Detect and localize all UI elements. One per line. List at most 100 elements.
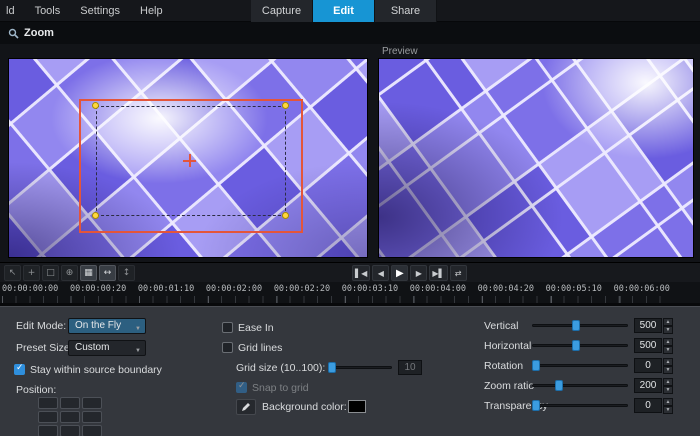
rotation-label: Rotation xyxy=(484,359,523,373)
transparency-slider[interactable] xyxy=(532,400,628,412)
position-cell[interactable] xyxy=(38,425,58,436)
tab-share[interactable]: Share xyxy=(375,0,437,22)
position-cell[interactable] xyxy=(60,425,80,436)
skip-end-icon[interactable]: ▶▌ xyxy=(429,265,447,281)
menu-item-settings[interactable]: Settings xyxy=(80,5,120,17)
timeline-ticks[interactable] xyxy=(2,296,672,303)
selection-handle-bottom-left[interactable] xyxy=(92,212,99,219)
mode-tabs: Capture Edit Share xyxy=(251,0,437,22)
rotation-spinner[interactable]: ▲▼ xyxy=(663,358,673,373)
slider-thumb[interactable] xyxy=(532,400,540,411)
edit-mode-dropdown[interactable]: On the Fly xyxy=(68,318,146,334)
zoom-ratio-value[interactable]: 200 xyxy=(634,378,662,393)
tab-edit[interactable]: Edit xyxy=(313,0,375,22)
rotation-value[interactable]: 0 xyxy=(634,358,662,373)
horizontal-slider[interactable] xyxy=(532,340,628,352)
grid-size-slider[interactable] xyxy=(330,362,392,374)
position-cell[interactable] xyxy=(38,397,58,409)
snap-to-grid-checkbox[interactable] xyxy=(236,382,247,393)
preview-light-overlay xyxy=(379,59,693,257)
ease-in-checkbox[interactable] xyxy=(222,322,233,333)
timestamp: 00:00:05:10 xyxy=(546,284,602,294)
position-cell[interactable] xyxy=(82,397,102,409)
select-tool-icon[interactable]: ↖ xyxy=(4,265,21,281)
grid-size-value[interactable]: 10 xyxy=(398,360,422,375)
pan-vertical-icon[interactable]: ↕ xyxy=(118,265,135,281)
selection-center-crosshair[interactable] xyxy=(189,154,191,167)
background-color-swatch[interactable] xyxy=(348,400,366,413)
vertical-value[interactable]: 500 xyxy=(634,318,662,333)
spin-up-icon[interactable]: ▲ xyxy=(663,358,673,366)
loop-icon[interactable]: ⇄ xyxy=(450,265,467,281)
slider-track[interactable] xyxy=(532,404,628,407)
rect-zoom-icon[interactable]: □ xyxy=(42,265,59,281)
transparency-value[interactable]: 0 xyxy=(634,398,662,413)
timestamp: 00:00:00:00 xyxy=(2,284,58,294)
spin-down-icon[interactable]: ▼ xyxy=(663,406,673,414)
tab-capture[interactable]: Capture xyxy=(251,0,313,22)
menu-item-file[interactable]: ld xyxy=(6,5,15,17)
slider-thumb[interactable] xyxy=(555,380,563,391)
play-icon[interactable]: ▶ xyxy=(391,265,408,281)
slider-thumb[interactable] xyxy=(572,340,580,351)
position-cell[interactable] xyxy=(82,425,102,436)
position-grid xyxy=(38,397,102,436)
selection-handle-bottom-right[interactable] xyxy=(282,212,289,219)
spin-down-icon[interactable]: ▼ xyxy=(663,366,673,374)
timestamp: 00:00:01:10 xyxy=(138,284,194,294)
grid-size-label: Grid size (10..100): xyxy=(236,361,325,375)
selection-handle-top-right[interactable] xyxy=(282,102,289,109)
position-cell[interactable] xyxy=(60,397,80,409)
horizontal-label: Horizontal xyxy=(484,339,531,353)
zoom-in-icon[interactable]: ⊕ xyxy=(61,265,78,281)
preset-size-dropdown[interactable]: Custom xyxy=(68,340,146,356)
timestamp: 00:00:02:20 xyxy=(274,284,330,294)
spin-up-icon[interactable]: ▲ xyxy=(663,398,673,406)
pan-horizontal-icon[interactable]: ↔ xyxy=(99,265,116,281)
slider-thumb[interactable] xyxy=(532,360,540,371)
preview-panel-label: Preview xyxy=(382,46,418,57)
vertical-slider[interactable] xyxy=(532,320,628,332)
transparency-spinner[interactable]: ▲▼ xyxy=(663,398,673,413)
position-cell[interactable] xyxy=(38,411,58,423)
zoom-ratio-label: Zoom ratio xyxy=(484,379,534,393)
horizontal-spinner[interactable]: ▲▼ xyxy=(663,338,673,353)
background-color-picker-button[interactable] xyxy=(236,399,256,415)
spin-up-icon[interactable]: ▲ xyxy=(663,318,673,326)
menu-item-tools[interactable]: Tools xyxy=(35,5,61,17)
slider-thumb[interactable] xyxy=(328,362,336,373)
selection-handle-top-left[interactable] xyxy=(92,102,99,109)
rotation-slider[interactable] xyxy=(532,360,628,372)
spin-up-icon[interactable]: ▲ xyxy=(663,378,673,386)
edit-toolbar: ↖ + □ ⊕ ▦ ↔ ↕ ▌◀ ◀ ▶ ▶ ▶▌ ⇄ xyxy=(0,262,700,282)
horizontal-value[interactable]: 500 xyxy=(634,338,662,353)
slider-track[interactable] xyxy=(330,366,392,369)
add-zoom-icon[interactable]: + xyxy=(23,265,40,281)
position-cell[interactable] xyxy=(82,411,102,423)
spin-up-icon[interactable]: ▲ xyxy=(663,338,673,346)
frame-back-icon[interactable]: ◀ xyxy=(372,265,389,281)
background-color-label: Background color: xyxy=(262,400,347,414)
vertical-spinner[interactable]: ▲▼ xyxy=(663,318,673,333)
grid-view-icon[interactable]: ▦ xyxy=(80,265,97,281)
grid-lines-label: Grid lines xyxy=(238,341,282,355)
spin-down-icon[interactable]: ▼ xyxy=(663,346,673,354)
slider-track[interactable] xyxy=(532,364,628,367)
slider-thumb[interactable] xyxy=(572,320,580,331)
timeline-timestamps: 00:00:00:00 00:00:00:20 00:00:01:10 00:0… xyxy=(0,282,700,294)
workspace: Preview xyxy=(0,44,700,262)
skip-start-icon[interactable]: ▌◀ xyxy=(352,265,370,281)
position-cell[interactable] xyxy=(60,411,80,423)
spin-down-icon[interactable]: ▼ xyxy=(663,386,673,394)
spin-down-icon[interactable]: ▼ xyxy=(663,326,673,334)
stay-within-checkbox[interactable] xyxy=(14,364,25,375)
grid-lines-checkbox[interactable] xyxy=(222,342,233,353)
effect-title: Zoom xyxy=(24,27,54,39)
frame-forward-icon[interactable]: ▶ xyxy=(410,265,427,281)
slider-track[interactable] xyxy=(532,384,628,387)
zoom-ratio-slider[interactable] xyxy=(532,380,628,392)
zoom-options-panel: Edit Mode: On the Fly Preset Size: Custo… xyxy=(0,306,700,436)
edit-canvas[interactable] xyxy=(8,58,368,258)
zoom-ratio-spinner[interactable]: ▲▼ xyxy=(663,378,673,393)
menu-item-help[interactable]: Help xyxy=(140,5,163,17)
